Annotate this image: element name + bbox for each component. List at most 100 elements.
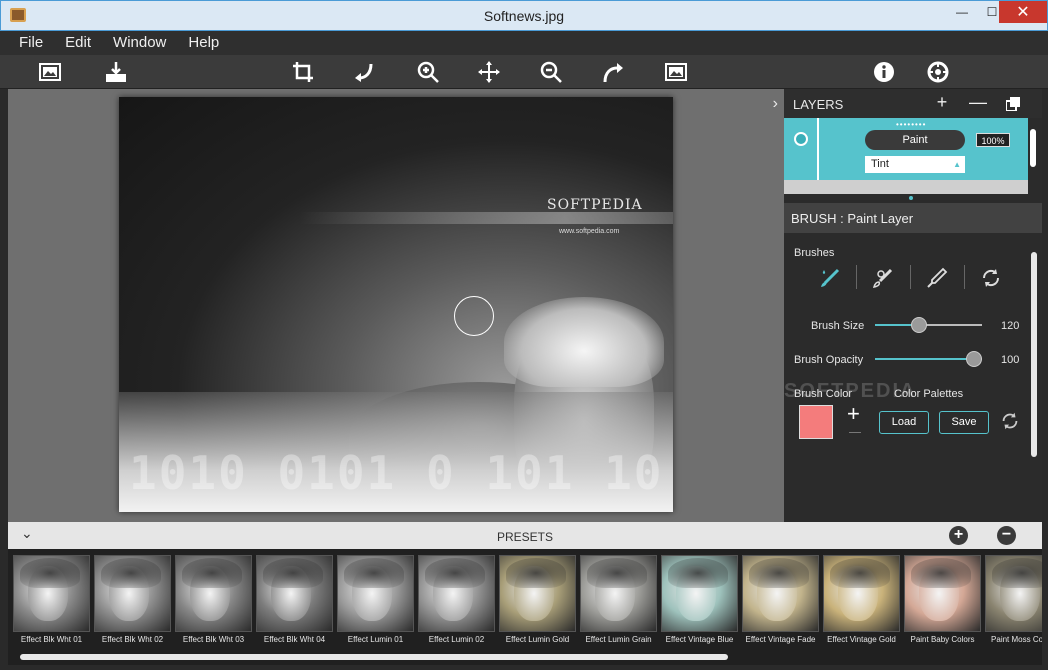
- brush-cursor: [454, 296, 494, 336]
- brush-opacity-thumb[interactable]: [966, 351, 982, 367]
- image-canvas[interactable]: SOFTPEDIA www.softpedia.com 1010 0101 0 …: [119, 97, 673, 512]
- layer-visibility-radio[interactable]: [794, 132, 808, 146]
- tool-divider: [856, 265, 857, 289]
- preset-thumb-hair: [263, 558, 323, 588]
- move-icon[interactable]: [475, 58, 503, 86]
- save-palette-button[interactable]: Save: [939, 411, 989, 434]
- preset-item[interactable]: Effect Blk Wht 04: [256, 555, 333, 645]
- reset-icon[interactable]: [978, 265, 1004, 291]
- zoom-in-icon[interactable]: [414, 58, 442, 86]
- preset-thumbnail[interactable]: [904, 555, 981, 632]
- duplicate-layer-icon[interactable]: [1002, 95, 1024, 116]
- brush-header: BRUSH : Paint Layer: [784, 203, 1042, 233]
- brush-size-slider[interactable]: [875, 316, 982, 334]
- layers-title: LAYERS: [793, 97, 844, 112]
- preset-thumb-hair: [344, 558, 404, 588]
- preset-thumb-hair: [587, 558, 647, 588]
- preset-thumbnail[interactable]: [13, 555, 90, 632]
- presets-scrollbar[interactable]: [20, 654, 728, 660]
- zoom-out-icon[interactable]: [537, 58, 565, 86]
- preset-name: Effect Vintage Fade: [745, 635, 816, 644]
- preset-name: Effect Lumin Grain: [585, 635, 652, 644]
- add-color-icon[interactable]: +: [847, 401, 860, 427]
- preset-thumbnail[interactable]: [256, 555, 333, 632]
- fit-image-icon[interactable]: [662, 58, 690, 86]
- add-layer-button[interactable]: +: [931, 92, 953, 113]
- preset-thumbnail[interactable]: [742, 555, 819, 632]
- brush-size-thumb[interactable]: [911, 317, 927, 333]
- preset-thumbnail[interactable]: [418, 555, 495, 632]
- logo-url: www.softpedia.com: [559, 228, 620, 235]
- remove-color-icon[interactable]: [849, 432, 861, 433]
- close-button[interactable]: ✕: [999, 1, 1047, 23]
- add-preset-button[interactable]: +: [949, 526, 968, 545]
- preset-thumbnail[interactable]: [985, 555, 1042, 632]
- canvas-area[interactable]: › SOFTPEDIA www.softpedia.com 1010 0101 …: [8, 89, 784, 522]
- undo-icon[interactable]: [351, 58, 379, 86]
- crop-icon[interactable]: [289, 58, 317, 86]
- preset-item[interactable]: Effect Lumin Grain: [580, 555, 657, 645]
- preset-item[interactable]: Effect Vintage Gold: [823, 555, 900, 645]
- brush-opacity-slider[interactable]: [875, 350, 982, 368]
- color-palettes-label: Color Palettes: [894, 388, 964, 400]
- preset-thumbnail[interactable]: [175, 555, 252, 632]
- preset-item[interactable]: Effect Blk Wht 01: [13, 555, 90, 645]
- eraser-brush-icon[interactable]: [870, 265, 896, 291]
- preset-item[interactable]: Paint Baby Colors: [904, 555, 981, 645]
- menu-window[interactable]: Window: [102, 31, 177, 55]
- preset-item[interactable]: Effect Vintage Fade: [742, 555, 819, 645]
- eyedropper-icon[interactable]: [924, 265, 950, 291]
- redo-icon[interactable]: [599, 58, 627, 86]
- info-icon[interactable]: [870, 58, 898, 86]
- preset-thumb-hair: [668, 558, 728, 588]
- preset-name: Paint Baby Colors: [910, 635, 975, 644]
- preset-item[interactable]: Effect Blk Wht 03: [175, 555, 252, 645]
- preset-name: Effect Blk Wht 01: [20, 635, 83, 644]
- figure-hair: [504, 297, 664, 387]
- preset-thumbnail[interactable]: [823, 555, 900, 632]
- preset-thumbnail[interactable]: [94, 555, 171, 632]
- preset-thumbnail[interactable]: [499, 555, 576, 632]
- brush-color-swatch[interactable]: [799, 405, 833, 439]
- preset-item[interactable]: Effect Lumin Gold: [499, 555, 576, 645]
- layers-scrollbar[interactable]: [1030, 129, 1036, 167]
- collapse-panel-icon[interactable]: ›: [773, 95, 778, 113]
- preset-item[interactable]: Paint Moss Colors: [985, 555, 1042, 645]
- layer-drag-handle[interactable]: ••••••••: [896, 120, 926, 129]
- toolbar: [0, 55, 1048, 89]
- preset-item[interactable]: Effect Vintage Blue: [661, 555, 738, 645]
- layer-name[interactable]: Paint: [865, 130, 965, 150]
- preset-name: Paint Moss Colors: [991, 635, 1042, 644]
- load-palette-button[interactable]: Load: [879, 411, 929, 434]
- preset-thumbnail[interactable]: [580, 555, 657, 632]
- menu-file[interactable]: File: [8, 31, 54, 55]
- preset-thumbnail[interactable]: [661, 555, 738, 632]
- brush-panel-scrollbar[interactable]: [1031, 252, 1037, 457]
- layer-row[interactable]: •••••••• Paint 100% Tint ▲: [784, 118, 1028, 180]
- right-panel: LAYERS + — •••••••• Paint 100% Tint ▲ BR…: [784, 89, 1042, 522]
- menu-help[interactable]: Help: [177, 31, 230, 55]
- paint-brush-icon[interactable]: [817, 265, 843, 291]
- preset-thumb-hair: [20, 558, 80, 588]
- settings-icon[interactable]: [924, 58, 952, 86]
- save-icon[interactable]: [102, 58, 130, 86]
- preset-item[interactable]: Effect Blk Wht 02: [94, 555, 171, 645]
- minimize-button[interactable]: —: [947, 1, 977, 23]
- layer-opacity[interactable]: 100%: [976, 133, 1010, 147]
- slider-fill: [875, 358, 974, 360]
- remove-preset-button[interactable]: −: [997, 526, 1016, 545]
- preset-item[interactable]: Effect Lumin 01: [337, 555, 414, 645]
- preset-thumbnail[interactable]: [337, 555, 414, 632]
- menu-edit[interactable]: Edit: [54, 31, 102, 55]
- remove-layer-button[interactable]: —: [967, 92, 989, 113]
- layer-row-next[interactable]: [784, 180, 1028, 194]
- window-title: Softnews.jpg: [483, 8, 565, 24]
- preset-item[interactable]: Effect Lumin 02: [418, 555, 495, 645]
- preset-name: Effect Lumin 02: [428, 635, 485, 644]
- brush-opacity-label: Brush Opacity: [794, 354, 864, 366]
- preset-name: Effect Vintage Blue: [665, 635, 734, 644]
- preset-name: Effect Blk Wht 03: [182, 635, 245, 644]
- refresh-palette-icon[interactable]: [999, 410, 1021, 437]
- open-image-icon[interactable]: [36, 58, 64, 86]
- blend-mode-select[interactable]: Tint ▲: [865, 156, 965, 173]
